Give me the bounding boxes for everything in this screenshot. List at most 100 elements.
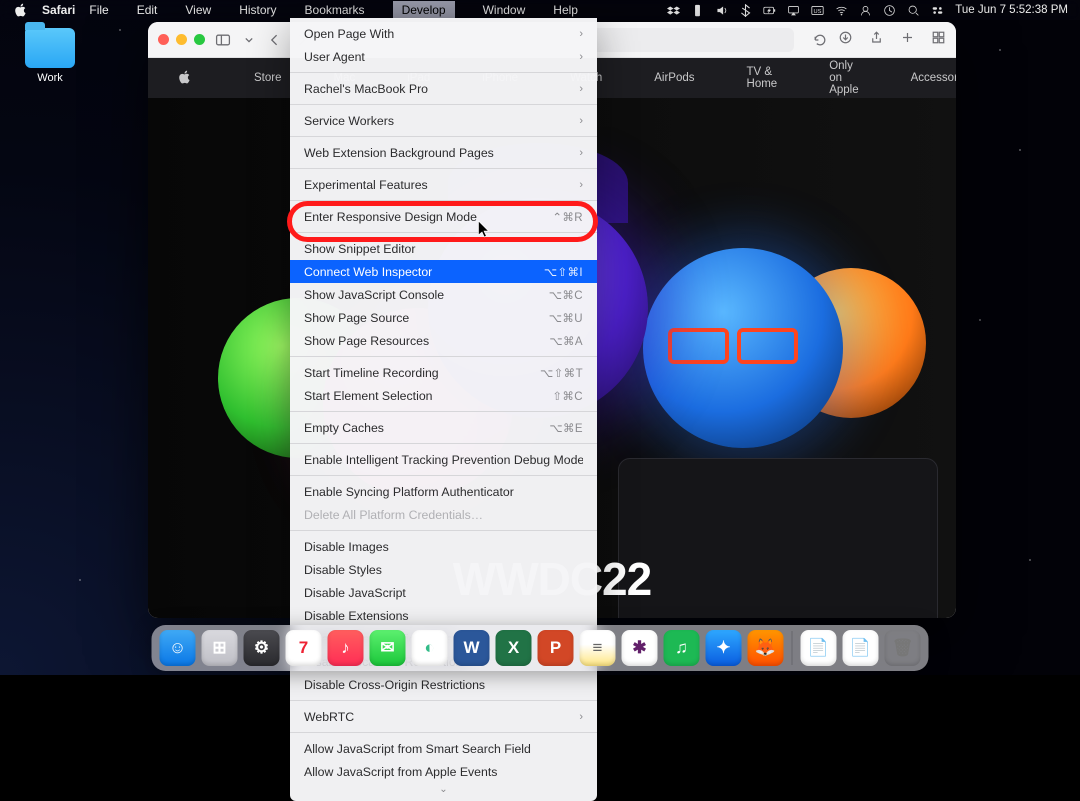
nav-only-on-apple[interactable]: Only on Apple [829,60,858,96]
zoom-button[interactable] [194,34,205,45]
dock-settings[interactable]: ⚙ [244,630,280,666]
keyboard-US-icon[interactable]: US [811,4,824,17]
menu-item-enter-responsive-design-mode[interactable]: Enter Responsive Design Mode⌃⌘R [290,205,597,228]
menu-help[interactable]: Help [553,3,578,17]
menu-separator [290,411,597,412]
menu-item-enable-syncing-platform-authenticator[interactable]: Enable Syncing Platform Authenticator [290,480,597,503]
desktop-folder-work[interactable]: Work [22,28,78,84]
menu-item-disable-cross-origin-restrictions[interactable]: Disable Cross-Origin Restrictions [290,673,597,696]
menu-item-web-extension-background-pages[interactable]: Web Extension Background Pages› [290,141,597,164]
menu-item-connect-web-inspector[interactable]: Connect Web Inspector⌥⇧⌘I [290,260,597,283]
tabs-icon[interactable] [931,30,946,50]
dropbox-icon[interactable] [667,4,680,17]
menu-window[interactable]: Window [483,3,526,17]
reload-icon[interactable] [812,32,828,48]
menu-item-empty-caches[interactable]: Empty Caches⌥⌘E [290,416,597,439]
user-icon[interactable] [859,4,872,17]
dock-doc1[interactable]: 📄 [801,630,837,666]
back-button[interactable] [267,32,283,48]
dock-spotify[interactable]: ♫ [664,630,700,666]
menu-separator [290,356,597,357]
minimize-button[interactable] [176,34,187,45]
folder-label: Work [22,72,78,84]
menu-separator [290,232,597,233]
chevron-right-icon: › [579,83,583,95]
menu-view[interactable]: View [185,3,211,17]
apple-menu[interactable] [14,3,28,17]
menu-separator [290,72,597,73]
chevron-right-icon: › [579,711,583,723]
menu-history[interactable]: History [239,3,276,17]
menu-edit[interactable]: Edit [137,3,158,17]
dock-safari[interactable]: ✦ [706,630,742,666]
menu-item-enable-intelligent-tracking-prevention-debug-mode[interactable]: Enable Intelligent Tracking Prevention D… [290,448,597,471]
dock-calendar[interactable]: 7 [286,630,322,666]
dock-firefox[interactable]: 🦊 [748,630,784,666]
download-icon[interactable] [838,30,853,50]
menu-item-start-timeline-recording[interactable]: Start Timeline Recording⌥⇧⌘T [290,361,597,384]
new-tab-icon[interactable] [900,30,915,50]
dock-trash[interactable]: 🗑 [885,630,921,666]
search-icon[interactable] [907,4,920,17]
dock-chrome[interactable]: ◐ [412,630,448,666]
nav-accessories[interactable]: Accessories [911,72,956,84]
menu-item-disable-extensions[interactable]: Disable Extensions [290,604,597,627]
menu-item-show-page-source[interactable]: Show Page Source⌥⌘U [290,306,597,329]
menubar-appname[interactable]: Safari [42,3,75,17]
menu-item-disable-styles[interactable]: Disable Styles [290,558,597,581]
menu-item-rachel-s-macbook-pro[interactable]: Rachel's MacBook Pro› [290,77,597,100]
wifi-icon[interactable] [835,4,848,17]
menu-item-open-page-with[interactable]: Open Page With› [290,22,597,45]
chevron-right-icon: › [579,51,583,63]
dock-slack[interactable]: ✱ [622,630,658,666]
menu-item-show-page-resources[interactable]: Show Page Resources⌥⌘A [290,329,597,352]
menubar-clock[interactable]: Tue Jun 7 5:52:38 PM [955,4,1068,16]
dock-word[interactable]: W [454,630,490,666]
close-button[interactable] [158,34,169,45]
menu-item-allow-javascript-from-apple-events[interactable]: Allow JavaScript from Apple Events [290,760,597,783]
menu-overflow-icon[interactable]: ⌄ [290,783,597,795]
phone-icon[interactable] [691,4,704,17]
menu-item-disable-images[interactable]: Disable Images [290,535,597,558]
menu-item-webrtc[interactable]: WebRTC› [290,705,597,728]
menu-item-experimental-features[interactable]: Experimental Features› [290,173,597,196]
menu-item-show-snippet-editor[interactable]: Show Snippet Editor [290,237,597,260]
menu-file[interactable]: File [89,3,108,17]
dock-music[interactable]: ♪ [328,630,364,666]
menu-item-start-element-selection[interactable]: Start Element Selection⇧⌘C [290,384,597,407]
dock-finder[interactable]: ☺ [160,630,196,666]
menu-item-allow-javascript-from-smart-search-field[interactable]: Allow JavaScript from Smart Search Field [290,737,597,760]
control-center-icon[interactable] [931,4,944,17]
dock-notes[interactable]: ≡ [580,630,616,666]
dock-messages[interactable]: ✉ [370,630,406,666]
share-icon[interactable] [869,30,884,50]
dock-separator [792,631,793,665]
chevron-right-icon: › [579,115,583,127]
airplay-icon[interactable] [787,4,800,17]
dock-excel[interactable]: X [496,630,532,666]
develop-menu-dropdown: Open Page With›User Agent› Rachel's MacBo… [290,18,597,801]
menu-item-show-javascript-console[interactable]: Show JavaScript Console⌥⌘C [290,283,597,306]
dock-powerpoint[interactable]: P [538,630,574,666]
menu-separator [290,732,597,733]
menu-develop[interactable]: Develop [393,1,455,19]
bluetooth-icon[interactable] [739,4,752,17]
menu-item-disable-javascript[interactable]: Disable JavaScript [290,581,597,604]
menu-bookmarks[interactable]: Bookmarks [305,3,365,17]
dock-launchpad[interactable]: ⊞ [202,630,238,666]
apple-logo-icon[interactable] [178,70,192,87]
nav-tv-home[interactable]: TV & Home [747,66,778,90]
sidebar-icon[interactable] [215,32,231,48]
nav-store[interactable]: Store [254,72,282,84]
nav-airpods[interactable]: AirPods [654,72,694,84]
chevron-down-icon[interactable] [241,32,257,48]
clock-small-icon[interactable] [883,4,896,17]
chevron-right-icon: › [579,179,583,191]
battery-icon[interactable] [763,4,776,17]
menu-separator [290,136,597,137]
menu-item-service-workers[interactable]: Service Workers› [290,109,597,132]
menu-item-user-agent[interactable]: User Agent› [290,45,597,68]
dock-doc2[interactable]: 📄 [843,630,879,666]
window-traffic-lights[interactable] [158,34,205,45]
volume-icon[interactable] [715,4,728,17]
